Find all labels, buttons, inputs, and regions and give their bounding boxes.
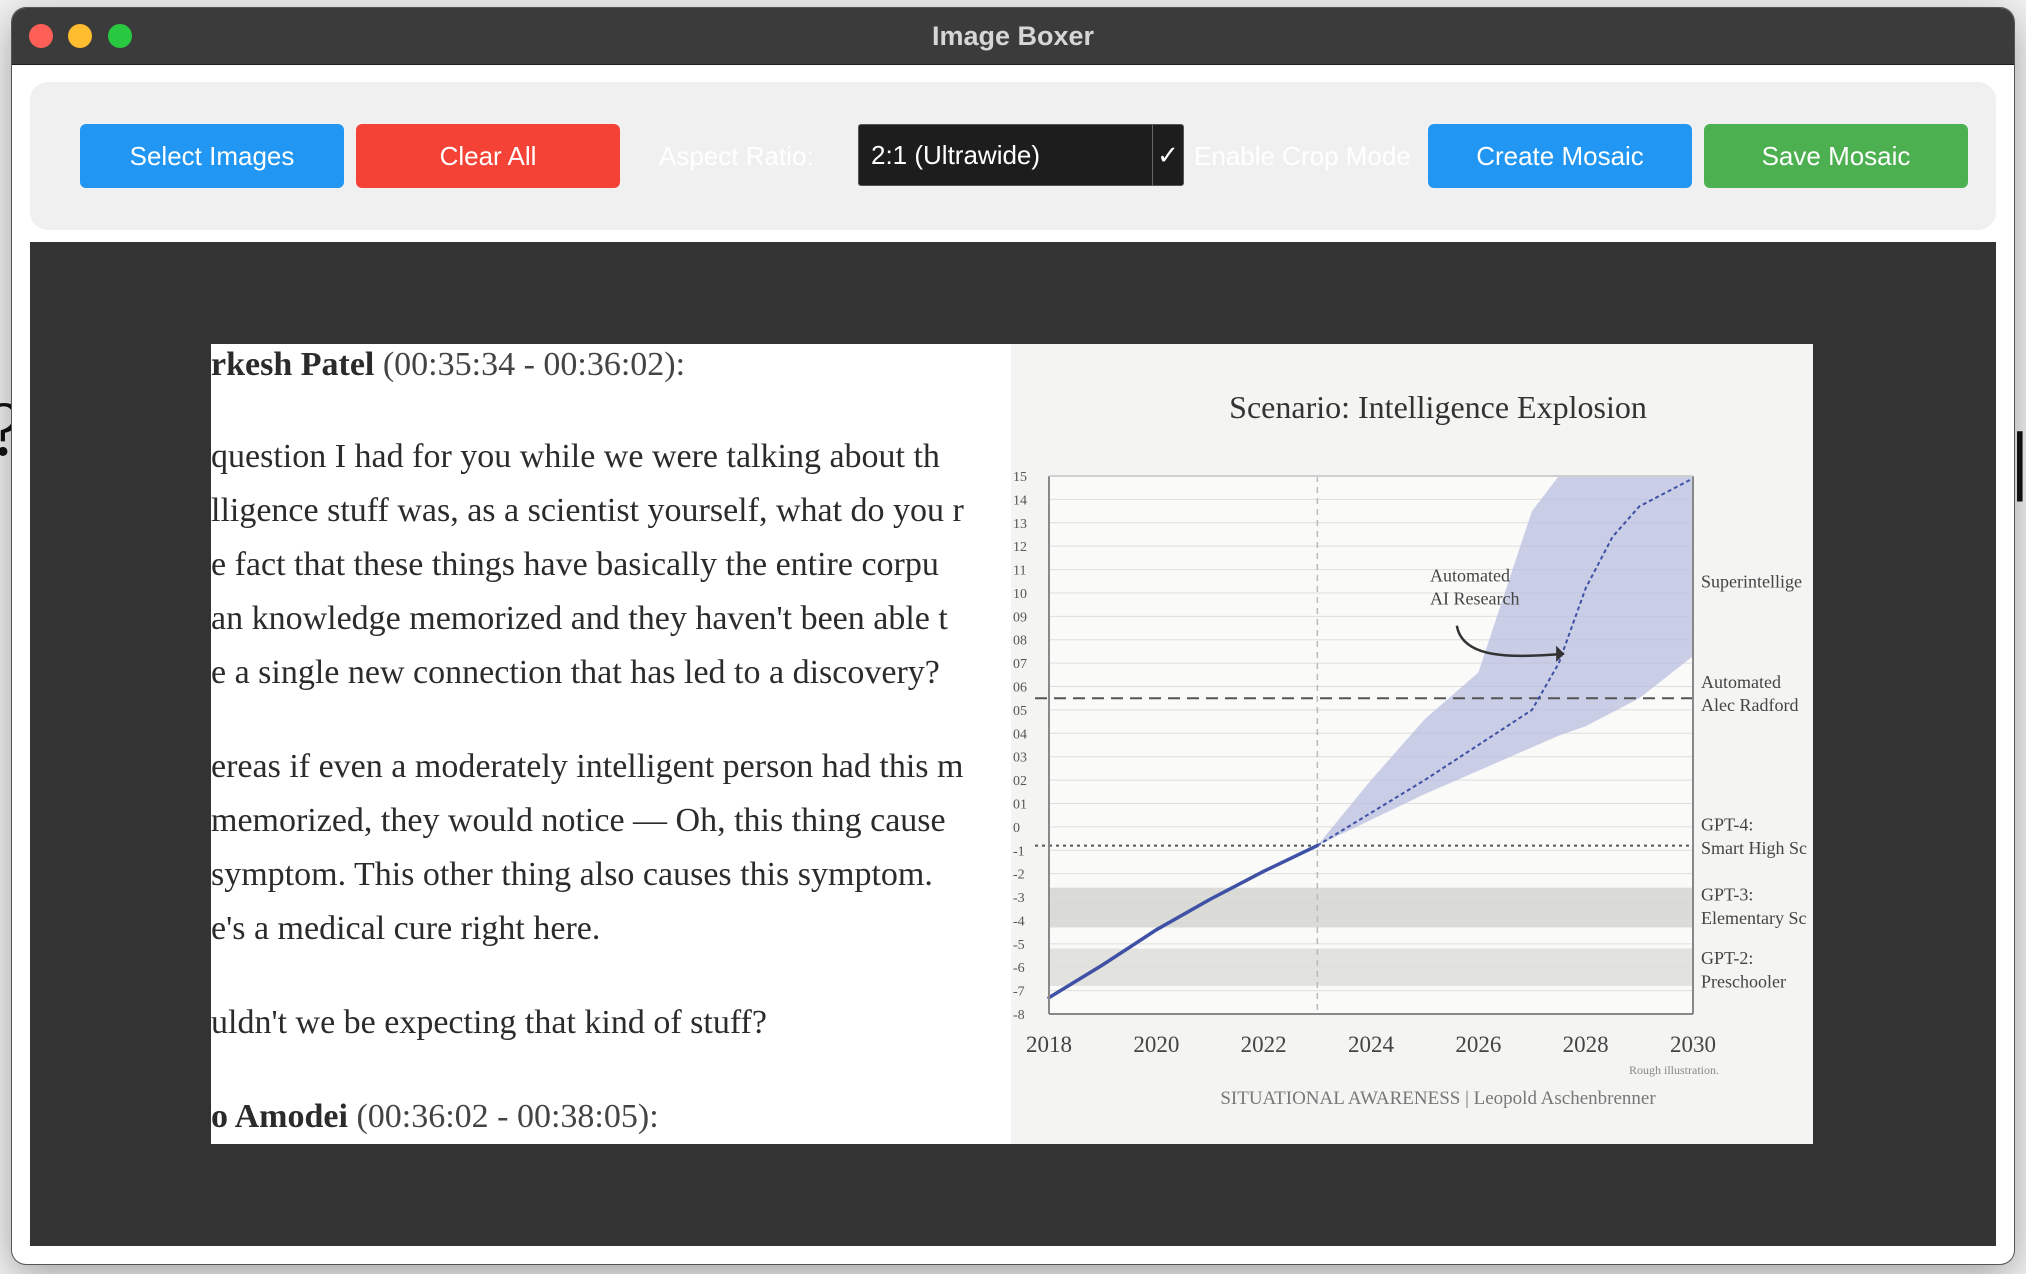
transcript-line: e a single new connection that has led t… — [211, 654, 940, 691]
crop-mode-label[interactable]: Enable Crop Mode — [1194, 124, 1411, 188]
level-label: GPT-2: — [1701, 948, 1753, 968]
level-label: GPT-3: — [1701, 885, 1753, 905]
y-tick-label: 03 — [1013, 751, 1027, 766]
window-title: Image Boxer — [931, 21, 1095, 51]
speaker-name: o Amodei — [211, 1098, 348, 1135]
checkmark-icon: ✓ — [1152, 125, 1183, 185]
level-label: Alec Radford — [1701, 695, 1798, 715]
transcript-line: memorized, they would notice — Oh, this … — [211, 802, 946, 839]
transcript-line: ereas if even a moderately intelligent p… — [211, 748, 964, 785]
y-tick-label: 11 — [1013, 564, 1026, 579]
x-tick-label: 2022 — [1241, 1032, 1287, 1057]
transcript-line: e fact that these things have basically … — [211, 546, 939, 583]
transcript-image-tile: rkesh Patel (00:35:34 - 00:36:02): quest… — [211, 344, 1011, 1144]
y-tick-label: 10 — [1013, 587, 1027, 602]
y-tick-label: 15 — [1013, 470, 1027, 485]
aspect-ratio-select[interactable]: 2:1 (Ultrawide) ✓ — [858, 124, 1184, 186]
save-mosaic-button[interactable]: Save Mosaic — [1704, 124, 1968, 188]
level-band — [1049, 887, 1693, 928]
y-tick-label: -1 — [1013, 844, 1025, 859]
mosaic-canvas[interactable]: rkesh Patel (00:35:34 - 00:36:02): quest… — [30, 242, 1996, 1246]
y-tick-label: -6 — [1013, 961, 1025, 976]
y-tick-label: 02 — [1013, 774, 1027, 789]
transcript-line: an knowledge memorized and they haven't … — [211, 600, 948, 637]
level-label: Smart High Sc — [1701, 838, 1807, 858]
y-tick-label: 09 — [1013, 610, 1027, 625]
transcript-line: symptom. This other thing also causes th… — [211, 856, 933, 893]
x-tick-label: 2026 — [1455, 1032, 1501, 1057]
y-tick-label: 07 — [1013, 657, 1027, 672]
chart-annotation: AI Research — [1430, 589, 1519, 609]
chart-footnote: Rough illustration. — [1629, 1063, 1719, 1077]
y-tick-label: -7 — [1013, 985, 1025, 1000]
level-label: Automated — [1701, 672, 1781, 692]
chart-source: SITUATIONAL AWARENESS | Leopold Aschenbr… — [1220, 1088, 1656, 1109]
y-tick-label: 04 — [1013, 727, 1027, 742]
intelligence-explosion-chart: Scenario: Intelligence Explosion 2018 2020… — [1013, 389, 1807, 1109]
x-tick-label: 2018 — [1026, 1032, 1072, 1057]
speaker-timestamp: (00:36:02 - 00:38:05): — [356, 1098, 659, 1135]
y-tick-label: -2 — [1013, 868, 1025, 883]
y-tick-label: -5 — [1013, 938, 1025, 953]
x-tick-label: 2028 — [1563, 1032, 1609, 1057]
create-mosaic-button[interactable]: Create Mosaic — [1428, 124, 1692, 188]
speaker-heading-1: rkesh Patel (00:35:34 - 00:36:02): — [211, 346, 685, 384]
speaker-name: rkesh Patel — [211, 346, 375, 383]
y-tick-label: -3 — [1013, 891, 1025, 906]
y-tick-label: 06 — [1013, 681, 1027, 696]
x-tick-label: 2030 — [1670, 1032, 1716, 1057]
clear-all-button[interactable]: Clear All — [356, 124, 620, 188]
x-tick-label: 2020 — [1133, 1032, 1179, 1057]
y-tick-label: 13 — [1013, 517, 1027, 532]
chart-title: Scenario: Intelligence Explosion — [1229, 389, 1647, 425]
transcript-line: e's a medical cure right here. — [211, 910, 601, 947]
x-tick-label: 2024 — [1348, 1032, 1395, 1057]
toolbar: Select Images Clear All Aspect Ratio: 2:… — [30, 82, 1996, 230]
level-label: Preschooler — [1701, 971, 1786, 991]
transcript-line: uldn't we be expecting that kind of stuf… — [211, 1004, 767, 1041]
chart-image-tile: Scenario: Intelligence Explosion 2018 2020… — [1011, 344, 1813, 1144]
y-tick-label: -8 — [1013, 1008, 1025, 1023]
speaker-timestamp: (00:35:34 - 00:36:02): — [382, 346, 686, 383]
level-label: Elementary Sc — [1701, 908, 1806, 928]
y-tick-label: 01 — [1013, 797, 1027, 812]
y-tick-label: -4 — [1013, 914, 1025, 929]
app-window: Image Boxer Select Images Clear All Aspe… — [12, 8, 2014, 1264]
y-tick-label: 14 — [1013, 493, 1027, 508]
y-tick-label: 0 — [1013, 821, 1020, 836]
chart-annotation: Automated — [1430, 565, 1510, 585]
title-bar: Image Boxer — [12, 8, 2014, 65]
mosaic-preview: rkesh Patel (00:35:34 - 00:36:02): quest… — [211, 344, 1813, 1144]
aspect-ratio-value: 2:1 (Ultrawide) — [871, 140, 1041, 170]
y-tick-label: 08 — [1013, 634, 1027, 649]
aspect-ratio-label: Aspect Ratio: — [659, 141, 814, 171]
transcript-line: question I had for you while we were tal… — [211, 438, 940, 475]
speaker-heading-2: o Amodei (00:36:02 - 00:38:05): — [211, 1098, 659, 1136]
select-images-button[interactable]: Select Images — [80, 124, 344, 188]
level-label: Superintellige — [1701, 571, 1802, 591]
level-label: GPT-4: — [1701, 815, 1753, 835]
transcript-line: lligence stuff was, as a scientist yours… — [211, 492, 964, 529]
y-tick-label: 12 — [1013, 540, 1027, 555]
y-tick-label: 05 — [1013, 704, 1027, 719]
